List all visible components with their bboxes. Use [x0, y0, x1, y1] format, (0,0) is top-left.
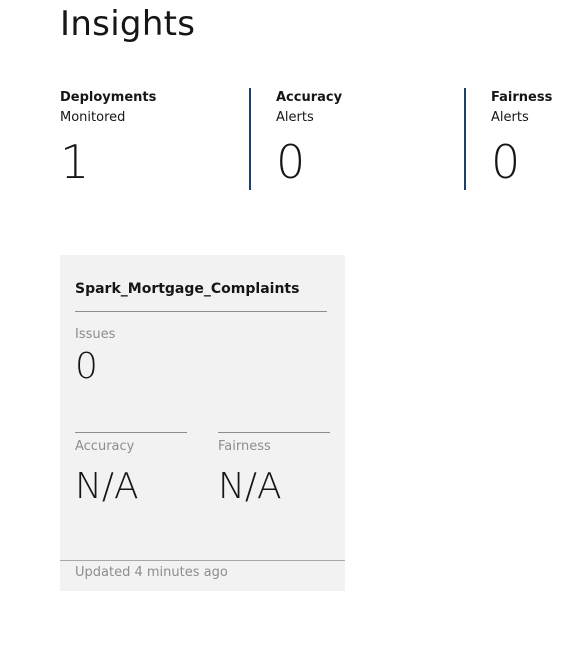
divider	[60, 560, 345, 561]
deployment-card[interactable]: Spark_Mortgage_Complaints Issues 0 Accur…	[60, 255, 345, 591]
summary-stats: Deployments Monitored 1 Accuracy Alerts …	[0, 88, 567, 192]
stat-value: 0	[276, 135, 306, 189]
stat-sublabel: Alerts	[491, 110, 529, 125]
accuracy-value: N/A	[75, 466, 139, 507]
divider	[75, 311, 327, 312]
fairness-label: Fairness	[218, 439, 271, 454]
stat-divider	[249, 88, 251, 190]
stat-sublabel: Alerts	[276, 110, 314, 125]
stat-value: 0	[491, 135, 521, 189]
deployment-name: Spark_Mortgage_Complaints	[75, 281, 300, 297]
stat-label: Fairness	[491, 90, 553, 105]
issues-label: Issues	[75, 327, 116, 342]
issues-value: 0	[75, 346, 98, 387]
page-title: Insights	[60, 4, 196, 44]
fairness-value: N/A	[218, 466, 282, 507]
stat-label: Accuracy	[276, 90, 343, 105]
stat-divider	[464, 88, 466, 190]
divider	[75, 432, 187, 433]
updated-timestamp: Updated 4 minutes ago	[75, 565, 228, 580]
stat-sublabel: Monitored	[60, 110, 126, 125]
stat-value: 1	[60, 135, 90, 189]
stat-label: Deployments	[60, 90, 157, 105]
divider	[218, 432, 330, 433]
accuracy-label: Accuracy	[75, 439, 135, 454]
